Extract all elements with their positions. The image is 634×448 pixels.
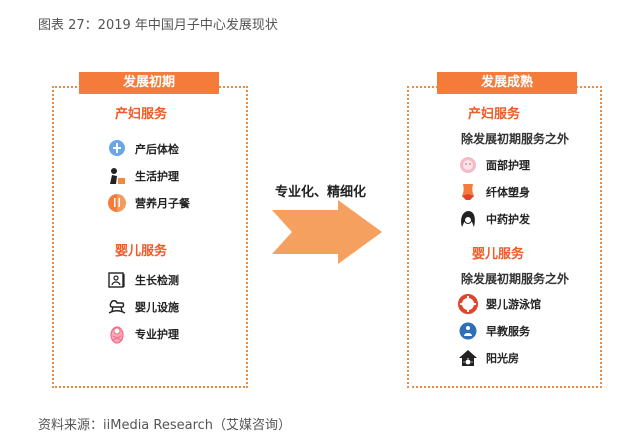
medical-check-icon (107, 139, 127, 159)
left-maternal-item: 产后体检 (107, 139, 179, 159)
right-maternal-item: 面部护理 (458, 155, 530, 175)
growth-chart-icon (107, 270, 127, 290)
swim-ring-icon (458, 294, 478, 314)
right-infant-item: 早教服务 (458, 321, 530, 341)
hair-care-icon (458, 209, 478, 229)
caregiver-icon (107, 166, 127, 186)
early-stage-tag: 发展初期 (79, 72, 219, 94)
face-care-icon (458, 155, 478, 175)
progress-arrow (272, 200, 382, 264)
education-icon (458, 321, 478, 341)
figure-title: 图表 27：2019 年中国月子中心发展现状 (38, 18, 278, 33)
left-infant-item: 婴儿设施 (107, 297, 179, 317)
source-note: 资料来源：iiMedia Research（艾媒咨询） (38, 418, 292, 433)
left-maternal-title: 产妇服务 (115, 107, 168, 122)
mature-stage-tag: 发展成熟 (437, 72, 577, 94)
right-infant-title: 婴儿服务 (472, 247, 525, 262)
sun-house-icon (458, 348, 478, 368)
meal-icon (107, 193, 127, 213)
right-maternal-title: 产妇服务 (468, 107, 521, 122)
body-shaping-icon (458, 182, 478, 202)
right-maternal-item: 纤体塑身 (458, 182, 530, 202)
left-infant-title: 婴儿服务 (115, 244, 168, 259)
right-maternal-item: 中药护发 (458, 209, 530, 229)
right-infant-item: 阳光房 (458, 348, 519, 368)
left-infant-item: 生长检测 (107, 270, 179, 290)
right-maternal-subtitle: 除发展初期服务之外 (461, 132, 570, 146)
right-infant-item: 婴儿游泳馆 (458, 294, 541, 314)
left-maternal-item: 营养月子餐 (107, 193, 190, 213)
left-infant-item: 专业护理 (107, 324, 179, 344)
rocking-horse-icon (107, 297, 127, 317)
arrow-label: 专业化、精细化 (275, 185, 367, 200)
swaddled-baby-icon (107, 324, 127, 344)
right-infant-subtitle: 除发展初期服务之外 (461, 272, 570, 286)
left-maternal-item: 生活护理 (107, 166, 179, 186)
